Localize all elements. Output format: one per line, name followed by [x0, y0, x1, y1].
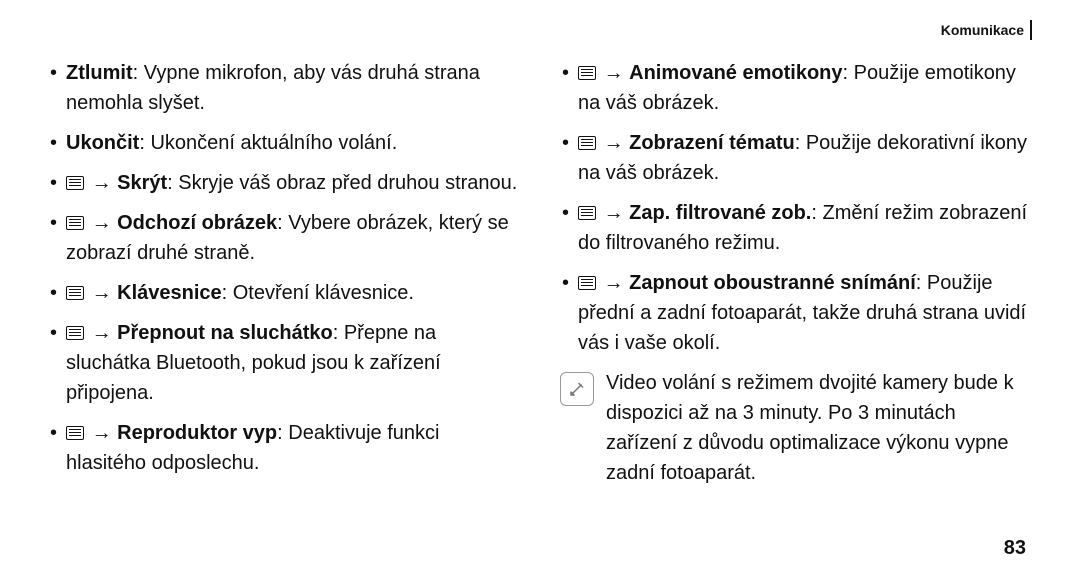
- item-bold: Animované emotikony: [629, 62, 842, 84]
- right-list: → Animované emotikony: Použije emotikony…: [560, 58, 1032, 358]
- list-item: → Odchozí obrázek: Vybere obrázek, který…: [48, 208, 520, 268]
- arrow-icon: →: [92, 282, 112, 304]
- left-list: Ztlumit: Vypne mikrofon, aby vás druhá s…: [48, 58, 520, 478]
- arrow-icon: →: [604, 132, 624, 154]
- menu-icon: [66, 326, 84, 340]
- header-divider: [1030, 20, 1032, 40]
- item-bold: Klávesnice: [117, 282, 222, 304]
- arrow-icon: →: [92, 212, 112, 234]
- arrow-icon: →: [604, 202, 624, 224]
- note-text: Video volání s režimem dvojité kamery bu…: [606, 368, 1032, 488]
- list-item: → Přepnout na sluchátko: Přepne na sluch…: [48, 318, 520, 408]
- menu-icon: [578, 206, 596, 220]
- right-column: → Animované emotikony: Použije emotikony…: [560, 58, 1032, 488]
- item-rest: : Otevření klávesnice.: [222, 282, 414, 304]
- item-bold: Zap. filtrované zob.: [629, 202, 811, 224]
- menu-icon: [578, 136, 596, 150]
- list-item: → Reproduktor vyp: Deaktivuje funkci hla…: [48, 418, 520, 478]
- section-title: Komunikace: [941, 22, 1024, 38]
- item-bold: Skrýt: [117, 172, 167, 194]
- item-bold: Přepnout na sluchátko: [117, 322, 333, 344]
- left-column: Ztlumit: Vypne mikrofon, aby vás druhá s…: [48, 58, 520, 488]
- list-item: → Zap. filtrované zob.: Změní režim zobr…: [560, 198, 1032, 258]
- arrow-icon: →: [92, 422, 112, 444]
- list-item: Ukončit: Ukončení aktuálního volání.: [48, 128, 520, 158]
- list-item: → Zobrazení tématu: Použije dekorativní …: [560, 128, 1032, 188]
- list-item: Ztlumit: Vypne mikrofon, aby vás druhá s…: [48, 58, 520, 118]
- item-rest: : Ukončení aktuálního volání.: [139, 132, 397, 154]
- list-item: → Skrýt: Skryje váš obraz před druhou st…: [48, 168, 520, 198]
- note-icon: [560, 372, 594, 406]
- arrow-icon: →: [604, 272, 624, 294]
- item-bold: Ukončit: [66, 132, 139, 154]
- arrow-icon: →: [92, 322, 112, 344]
- menu-icon: [66, 286, 84, 300]
- menu-icon: [66, 216, 84, 230]
- item-bold: Ztlumit: [66, 62, 133, 84]
- menu-icon: [66, 176, 84, 190]
- list-item: → Klávesnice: Otevření klávesnice.: [48, 278, 520, 308]
- arrow-icon: →: [604, 62, 624, 84]
- list-item: → Animované emotikony: Použije emotikony…: [560, 58, 1032, 118]
- item-bold: Reproduktor vyp: [117, 422, 277, 444]
- menu-icon: [66, 426, 84, 440]
- menu-icon: [578, 276, 596, 290]
- content-columns: Ztlumit: Vypne mikrofon, aby vás druhá s…: [48, 58, 1032, 488]
- item-bold: Zapnout oboustranné snímání: [629, 272, 916, 294]
- list-item: → Zapnout oboustranné snímání: Použije p…: [560, 268, 1032, 358]
- page-number: 83: [1004, 537, 1026, 560]
- arrow-icon: →: [92, 172, 112, 194]
- note-block: Video volání s režimem dvojité kamery bu…: [560, 368, 1032, 488]
- item-bold: Zobrazení tématu: [629, 132, 795, 154]
- item-bold: Odchozí obrázek: [117, 212, 277, 234]
- item-rest: : Skryje váš obraz před druhou stranou.: [167, 172, 517, 194]
- menu-icon: [578, 66, 596, 80]
- manual-page: Komunikace Ztlumit: Vypne mikrofon, aby …: [0, 0, 1080, 586]
